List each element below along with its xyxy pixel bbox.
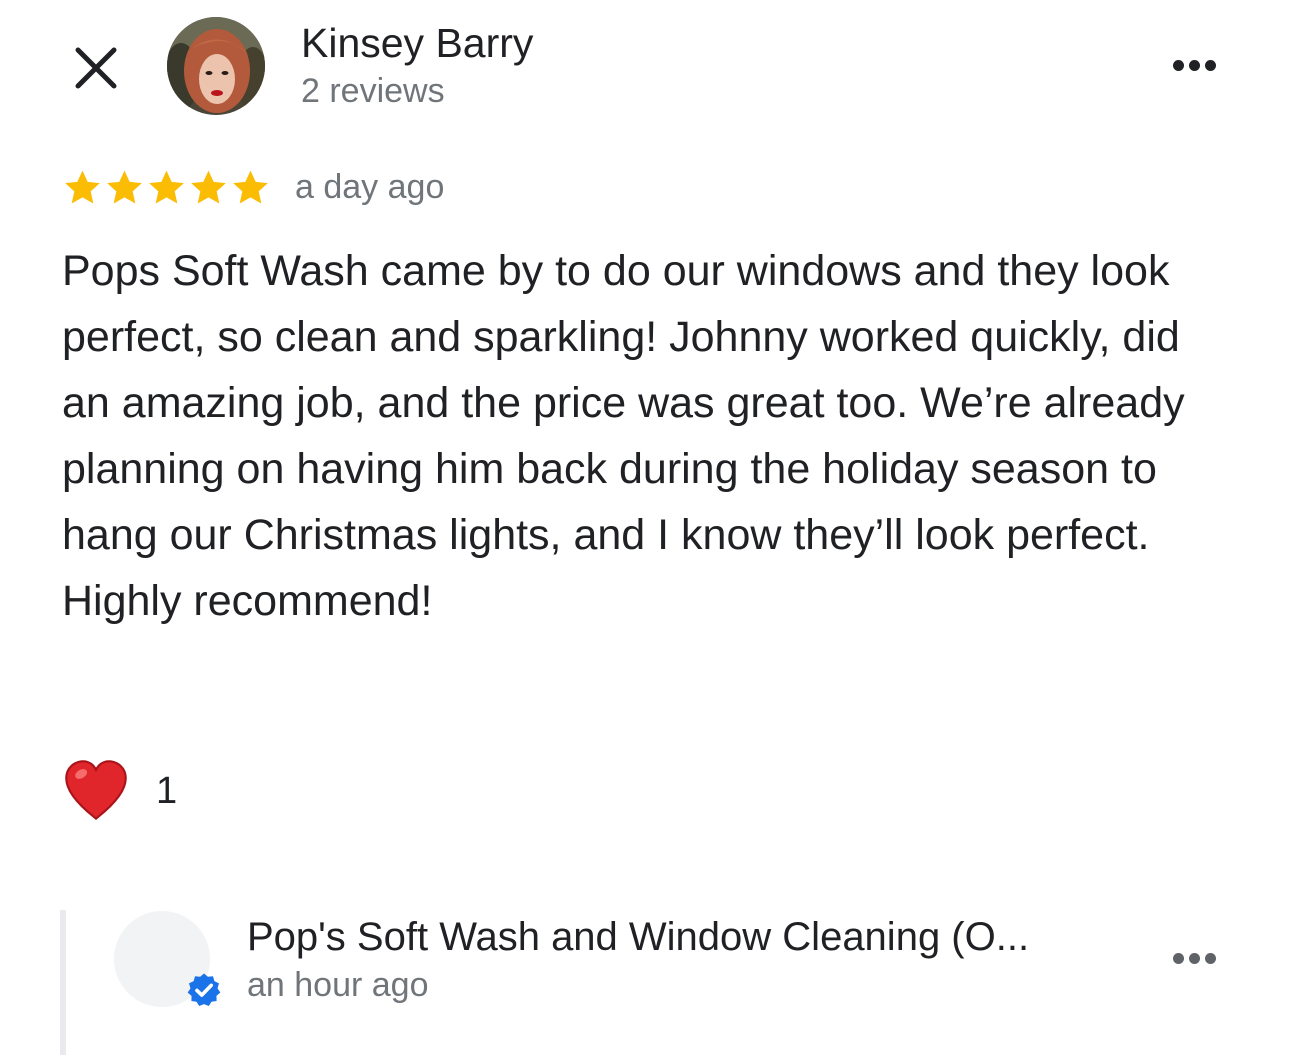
- review-text: Pops Soft Wash came by to do our windows…: [62, 247, 1185, 625]
- avatar-photo: [167, 17, 265, 115]
- reaction-count: 1: [156, 770, 178, 812]
- star-icon: [233, 170, 268, 204]
- verified-badge-icon: [187, 973, 221, 1007]
- reviewer-name[interactable]: Kinsey Barry: [301, 18, 533, 68]
- star-rating: [62, 168, 271, 208]
- heart-icon: [65, 760, 127, 821]
- star-icon: [149, 170, 184, 204]
- reviewer-review-count: 2 reviews: [301, 72, 445, 110]
- star-icon: [107, 170, 142, 204]
- star-icon: [191, 170, 226, 204]
- reply-divider: [60, 910, 66, 1055]
- reviewer-avatar[interactable]: [167, 17, 265, 115]
- heart-reaction-button[interactable]: 1: [62, 755, 177, 827]
- owner-reply-time: an hour ago: [247, 966, 429, 1004]
- more-horizontal-icon: [1172, 59, 1216, 71]
- reply-more-options-button[interactable]: [1164, 938, 1224, 978]
- review-more-options-button[interactable]: [1164, 45, 1224, 85]
- star-icon: [65, 170, 100, 204]
- owner-reply-name: Pop's Soft Wash and Window Cleaning (O..…: [247, 915, 1030, 959]
- review-date: a day ago: [295, 168, 445, 206]
- close-icon: [75, 47, 117, 89]
- more-horizontal-icon: [1172, 952, 1216, 964]
- close-button[interactable]: [66, 38, 126, 98]
